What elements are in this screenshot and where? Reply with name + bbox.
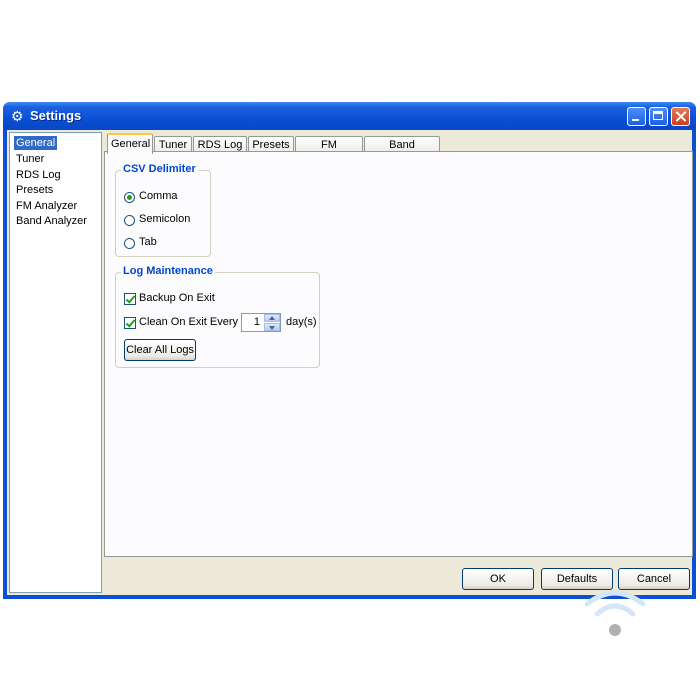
backup-on-exit-checkbox[interactable]	[124, 293, 136, 305]
semicolon-label[interactable]: Semicolon	[139, 213, 190, 225]
days-stepper[interactable]: 1	[241, 313, 281, 332]
cancel-button[interactable]: Cancel	[618, 568, 690, 590]
gear-icon: ⚙	[11, 108, 24, 124]
stepper-up-icon[interactable]	[264, 314, 280, 322]
sidebar-item-general[interactable]: General	[14, 136, 58, 150]
tab-general[interactable]: General	[107, 133, 153, 154]
general-tab-panel: CSV Delimiter Comma Semicolon Tab Log Ma…	[104, 151, 693, 557]
tab-radio[interactable]	[124, 238, 135, 249]
maximize-icon[interactable]	[649, 107, 668, 126]
settings-category-list[interactable]: General Tuner RDS Log Presets FM Analyze…	[9, 132, 102, 593]
window-title: Settings	[30, 108, 82, 123]
clean-on-exit-checkbox[interactable]	[124, 317, 136, 329]
stepper-down-icon[interactable]	[264, 323, 280, 331]
tab-label[interactable]: Tab	[139, 236, 157, 248]
csv-delimiter-group: CSV Delimiter Comma Semicolon Tab	[115, 163, 211, 257]
days-unit-label: day(s)	[286, 316, 317, 328]
sidebar-item-rds-log[interactable]: RDS Log	[14, 168, 63, 182]
close-icon[interactable]	[671, 107, 690, 126]
comma-label[interactable]: Comma	[139, 190, 178, 202]
title-bar[interactable]: ⚙ Settings	[3, 102, 696, 130]
sidebar-item-tuner[interactable]: Tuner	[14, 152, 46, 166]
sidebar-item-presets[interactable]: Presets	[14, 183, 55, 197]
clean-on-exit-label[interactable]: Clean On Exit Every	[139, 316, 238, 328]
minimize-icon[interactable]	[627, 107, 646, 126]
sidebar-item-fm-analyzer[interactable]: FM Analyzer	[14, 199, 79, 213]
days-stepper-buttons	[264, 314, 280, 331]
sidebar-item-band-analyzer[interactable]: Band Analyzer	[14, 214, 89, 228]
log-maintenance-group: Log Maintenance Backup On Exit Clean On …	[115, 265, 320, 368]
clear-all-logs-button[interactable]: Clear All Logs	[124, 339, 196, 361]
backup-on-exit-label[interactable]: Backup On Exit	[139, 292, 215, 304]
defaults-button[interactable]: Defaults	[541, 568, 613, 590]
wifi-icon	[585, 590, 645, 636]
days-value[interactable]: 1	[254, 316, 260, 328]
ok-button[interactable]: OK	[462, 568, 534, 590]
window-client-area: General Tuner RDS Log Presets FM Analyze…	[7, 130, 693, 595]
csv-delimiter-title: CSV Delimiter	[121, 163, 198, 175]
log-maintenance-title: Log Maintenance	[121, 265, 215, 277]
comma-radio[interactable]	[124, 192, 135, 203]
settings-window: ⚙ Settings General Tuner RDS Log Presets…	[3, 102, 696, 599]
semicolon-radio[interactable]	[124, 215, 135, 226]
